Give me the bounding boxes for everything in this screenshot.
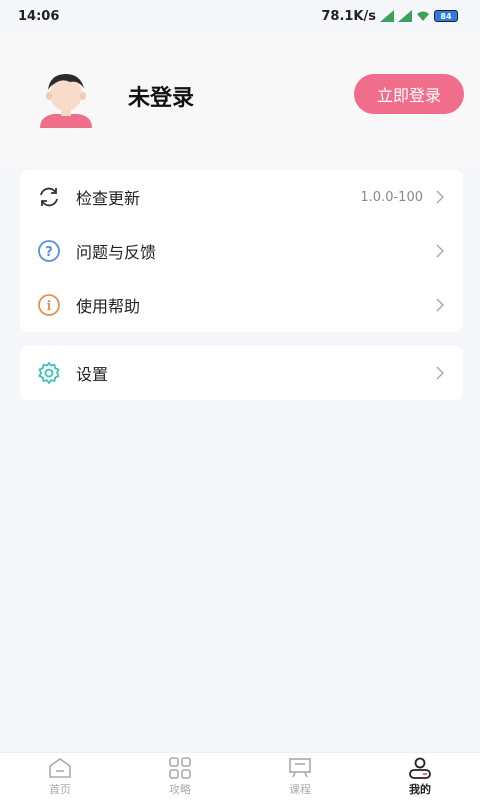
menu-item-help[interactable]: i 使用帮助 [20,278,463,332]
profile-header: 未登录 立即登录 [0,32,480,168]
tab-label: 我的 [409,782,431,796]
tab-home[interactable]: 首页 [0,753,120,800]
menu-item-label: 检查更新 [76,189,141,208]
version-value: 1.0.0-100 [360,189,423,205]
tab-guide[interactable]: 攻略 [120,753,240,800]
chevron-right-icon [436,298,445,312]
user-icon [409,757,431,779]
avatar[interactable] [34,68,98,132]
question-icon: ? [36,238,62,264]
grid-icon [169,756,191,779]
menu-item-check-update[interactable]: 检查更新 1.0.0-100 [20,170,463,224]
gear-icon [36,360,62,386]
bottom-tab-bar: 首页 攻略 课程 我的 [0,752,480,800]
network-speed: 78.1K/s [321,8,376,24]
menu-card: 检查更新 1.0.0-100 ? 问题与反馈 i 使用帮助 [20,170,463,332]
battery-indicator: 84 [434,10,458,22]
menu-item-label: 设置 [76,365,109,384]
menu-item-feedback[interactable]: ? 问题与反馈 [20,224,463,278]
tab-course[interactable]: 课程 [240,753,360,800]
svg-text:i: i [47,299,52,314]
home-icon [49,757,71,778]
status-bar: 14:06 78.1K/s 84 [0,0,480,32]
info-icon: i [36,292,62,318]
signal-icon [398,10,412,22]
login-button[interactable]: 立即登录 [354,74,464,114]
status-time: 14:06 [18,8,60,24]
signal-icon [380,10,394,22]
status-indicators: 78.1K/s 84 [321,9,458,24]
tab-mine[interactable]: 我的 [360,753,480,800]
menu-item-label: 问题与反馈 [76,243,157,262]
menu-item-label: 使用帮助 [76,297,141,316]
chevron-right-icon [436,366,445,380]
chevron-right-icon [436,244,445,258]
wifi-icon [417,11,429,21]
settings-card: 设置 [20,346,463,400]
svg-text:?: ? [45,245,53,260]
refresh-icon [36,184,62,210]
chevron-right-icon [436,190,445,204]
tab-label: 课程 [289,782,311,796]
menu-item-settings[interactable]: 设置 [20,346,463,400]
tab-label: 首页 [49,782,71,796]
course-icon [289,757,311,777]
tab-label: 攻略 [169,782,191,796]
user-name: 未登录 [128,86,195,111]
